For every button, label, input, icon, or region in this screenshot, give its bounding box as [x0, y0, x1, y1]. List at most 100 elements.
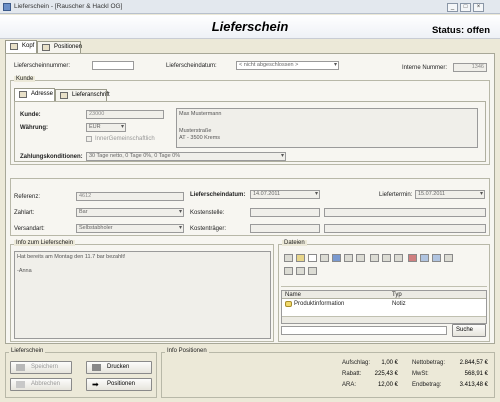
- arrow-right-icon[interactable]: [432, 254, 441, 262]
- minimize-button[interactable]: _: [447, 3, 458, 12]
- refresh-icon[interactable]: [356, 254, 365, 262]
- col-typ[interactable]: Typ: [392, 292, 402, 298]
- binoculars-icon[interactable]: [284, 267, 293, 275]
- lieferscheindatum-select[interactable]: < nicht abgeschlossen >: [236, 61, 339, 70]
- abbrechen-button[interactable]: Abbrechen: [10, 378, 72, 391]
- tab-positionen-label: Positionen: [54, 44, 83, 50]
- window-title: Lieferschein - [Rauscher & Hackl OG]: [14, 3, 123, 10]
- tab-positionen[interactable]: Positionen: [37, 41, 83, 53]
- address-line: Musterstraße: [179, 128, 212, 134]
- delete-icon[interactable]: [408, 254, 417, 262]
- window-titlebar: Lieferschein - [Rauscher & Hackl OG] _ □…: [0, 0, 500, 14]
- footer-lieferschein-title: Lieferschein: [9, 348, 46, 354]
- aufschlag-value: 1,00 €: [381, 360, 398, 366]
- rabatt-value: 225,43 €: [374, 371, 398, 377]
- mwst-value: 568,91 €: [464, 371, 488, 377]
- folder-open-icon[interactable]: [296, 254, 305, 262]
- close-button[interactable]: ×: [473, 3, 484, 12]
- kostenstelle-name-field[interactable]: [324, 208, 486, 217]
- info-textarea[interactable]: Hat bereits am Montag den 11.7 bar bezah…: [14, 251, 271, 339]
- kunde-field[interactable]: 23000: [86, 110, 164, 119]
- arrow-left-icon[interactable]: [420, 254, 429, 262]
- info-line: [17, 261, 268, 268]
- maximize-button[interactable]: □: [460, 3, 471, 12]
- kunde-label: Kunde:: [20, 112, 41, 118]
- kostentraeger-field[interactable]: [250, 224, 320, 233]
- status-label: Status: offen: [431, 25, 490, 36]
- zahlart-label: Zahlart:: [14, 210, 35, 216]
- end-value: 3.413,48 €: [459, 382, 488, 388]
- subtab-lieferanschrift[interactable]: Lieferanschrift: [55, 89, 110, 101]
- waehrung-label: Währung:: [20, 125, 48, 131]
- search-button[interactable]: Suche: [452, 324, 486, 337]
- info-line: -Anna: [17, 268, 32, 274]
- page-header: Lieferschein Status: offen: [0, 15, 500, 39]
- waehrung-select[interactable]: EUR: [86, 123, 126, 132]
- col-name[interactable]: Name: [285, 292, 301, 298]
- cut-icon[interactable]: [370, 254, 379, 262]
- ara-value: 12,00 €: [377, 382, 398, 388]
- versandart-select[interactable]: Selbstabholer: [76, 224, 184, 233]
- ara-label: ARA:: [342, 382, 357, 388]
- truck-icon: [60, 92, 68, 99]
- info-positionen-title: Info Positionen: [165, 348, 209, 354]
- kostentraeger-name-field[interactable]: [324, 224, 486, 233]
- subtab-lieferanschrift-label: Lieferanschrift: [72, 92, 110, 98]
- dateien-header: [282, 291, 486, 299]
- speichern-button[interactable]: Speichern: [10, 361, 72, 374]
- drucken-label: Drucken: [107, 364, 130, 370]
- file-name: Produktinformation: [294, 301, 345, 307]
- print-icon[interactable]: [344, 254, 353, 262]
- page-title: Lieferschein: [211, 19, 289, 34]
- liefertermin-select[interactable]: 15.07.2011: [415, 190, 485, 199]
- kostenstelle-label: Kostenstelle:: [190, 210, 225, 216]
- zahlung-select[interactable]: 30 Tage netto, 0 Tage 0%, 0 Tage 0%: [86, 152, 286, 161]
- list-icon: [42, 44, 50, 51]
- save-icon[interactable]: [332, 254, 341, 262]
- copy-icon[interactable]: [382, 254, 391, 262]
- arrow-right-icon: ➡: [92, 380, 99, 389]
- info-line: Hat bereits am Montag den 11.7 bar bezah…: [17, 254, 126, 260]
- info-positionen-group: [161, 352, 495, 398]
- file-typ: Notiz: [392, 301, 406, 307]
- drucken-button[interactable]: Drucken: [86, 361, 152, 374]
- speichern-label: Speichern: [31, 364, 59, 370]
- kostenstelle-field[interactable]: [250, 208, 320, 217]
- more-icon[interactable]: [444, 254, 453, 262]
- paste-icon[interactable]: [394, 254, 403, 262]
- aufschlag-label: Aufschlag:: [342, 360, 371, 366]
- lieferscheindatum-label: Lieferscheindatum:: [166, 63, 217, 69]
- address-box: Max Mustermann Musterstraße AT - 3500 Kr…: [176, 108, 478, 148]
- list-view-icon[interactable]: [308, 267, 317, 275]
- positionen-label: Positionen: [107, 381, 136, 387]
- innergemein-label: InnerGemeinschaftlich: [95, 136, 155, 142]
- horizontal-scrollbar[interactable]: [282, 316, 486, 323]
- zahlart-select[interactable]: Bar: [76, 208, 184, 217]
- subtab-adresse[interactable]: Adresse: [14, 88, 55, 101]
- positionen-button[interactable]: ➡ Positionen: [86, 378, 152, 391]
- detail-lieferscheindatum-label: Lieferscheindatum:: [190, 192, 246, 198]
- dropdown-icon[interactable]: [320, 254, 329, 262]
- lieferscheinnummer-label: Lieferscheinnummer:: [14, 63, 71, 69]
- app-icon: [3, 3, 11, 11]
- crosshair-icon[interactable]: [296, 267, 305, 275]
- interne-nummer-field: 1346: [453, 63, 487, 72]
- referenz-field[interactable]: 4612: [76, 192, 184, 201]
- innergemein-checkbox[interactable]: [86, 136, 92, 142]
- dateien-search-input[interactable]: [281, 326, 447, 335]
- lieferscheinnummer-field[interactable]: [92, 61, 134, 70]
- netto-label: Nettobetrag:: [412, 360, 446, 366]
- abbrechen-label: Abbrechen: [31, 381, 61, 387]
- versandart-label: Versandart:: [14, 226, 45, 232]
- info-group-title: Info zum Lieferschein: [14, 240, 76, 246]
- end-label: Endbetrag:: [412, 382, 442, 388]
- tab-kopf[interactable]: Kopf: [5, 40, 37, 53]
- address-line: Max Mustermann: [179, 111, 222, 117]
- new-document-icon[interactable]: [308, 254, 317, 262]
- note-icon: [285, 301, 292, 307]
- back-icon[interactable]: [284, 254, 293, 262]
- tab-kopf-label: Kopf: [22, 43, 35, 49]
- printer-icon: [92, 364, 101, 371]
- detail-lieferscheindatum-select[interactable]: 14.07.2011: [250, 190, 320, 199]
- zahlung-label: Zahlungskonditionen:: [20, 154, 83, 160]
